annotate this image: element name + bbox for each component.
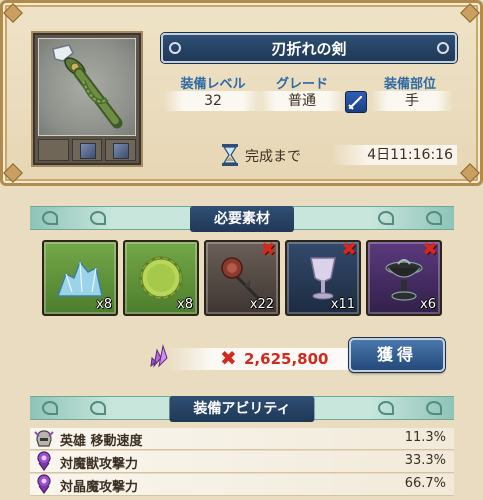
- swirl-ornament: [426, 401, 442, 415]
- swirl-ornament: [90, 211, 106, 225]
- ability-row: 対晶魔攻撃力 66.7%: [30, 474, 454, 496]
- corner-ornament: [460, 163, 480, 183]
- item-name: 刃折れの剣: [271, 39, 347, 58]
- grade-value: 普通: [257, 91, 347, 111]
- sword-slot-icon: [345, 91, 367, 113]
- gem-slot[interactable]: [105, 139, 137, 161]
- cost-mark-icon: ✖: [220, 346, 237, 370]
- material-count: x22: [249, 297, 274, 312]
- acquire-button[interactable]: 獲得: [349, 338, 445, 372]
- materials-header: 必要素材: [30, 206, 454, 232]
- material-slot[interactable]: x8: [123, 240, 199, 316]
- material-slot[interactable]: ✖ x11: [285, 240, 361, 316]
- material-count: x8: [96, 297, 112, 312]
- broken-sword-icon: [38, 38, 136, 136]
- ability-row: 英雄 移動速度 11.3%: [30, 428, 454, 450]
- hourglass-icon: [221, 143, 239, 167]
- gem-slot[interactable]: [71, 139, 103, 161]
- item-detail-panel: 刃折れの剣 装備レベル 32 グレード 普通 装備部位 手 完成まで 4日11:…: [0, 0, 483, 186]
- cost-value: 2,625,800: [244, 350, 329, 368]
- item-name-banner: 刃折れの剣: [161, 33, 457, 63]
- corner-ornament: [3, 3, 23, 23]
- completion-timer: 完成まで 4日11:16:16: [221, 143, 457, 167]
- materials-list: x8 x8 ✖ x22 ✖ x11 ✖ x6: [42, 240, 442, 316]
- slot-label: 装備部位: [383, 77, 436, 92]
- empty-slot: [38, 139, 69, 161]
- hero-helmet-icon: [34, 428, 54, 448]
- purple-crystal-icon: [148, 344, 172, 368]
- purple-rank-icon: [34, 451, 54, 472]
- swirl-ornament: [90, 401, 106, 415]
- material-count: x11: [330, 297, 355, 312]
- level-label: 装備レベル: [180, 77, 246, 92]
- material-count: x6: [420, 297, 436, 312]
- banner-ornament: [169, 42, 181, 54]
- gem-slots: [38, 139, 137, 161]
- swirl-ornament: [426, 211, 442, 225]
- swirl-ornament: [42, 211, 58, 225]
- swirl-ornament: [378, 401, 394, 415]
- materials-title: 必要素材: [190, 206, 294, 232]
- ability-name: 対魔獣攻撃力: [60, 457, 139, 472]
- level-value: 32: [163, 91, 263, 111]
- material-slot[interactable]: x8: [42, 240, 118, 316]
- material-slot[interactable]: ✖ x22: [204, 240, 280, 316]
- corner-ornament: [3, 163, 23, 183]
- ability-value: 66.7%: [404, 476, 446, 491]
- banner-ornament: [437, 42, 449, 54]
- abilities-header: 装備アビリティ: [30, 396, 454, 422]
- ability-value: 33.3%: [404, 453, 446, 468]
- grade-label: グレード: [275, 77, 328, 92]
- complete-label: 完成まで: [245, 149, 301, 165]
- swirl-ornament: [42, 401, 58, 415]
- complete-time: 4日11:16:16: [331, 145, 457, 165]
- ability-name: 対晶魔攻撃力: [60, 480, 139, 495]
- ability-row: 対魔獣攻撃力 33.3%: [30, 451, 454, 473]
- slot-value: 手: [371, 91, 453, 111]
- swirl-ornament: [378, 211, 394, 225]
- material-slot[interactable]: ✖ x6: [366, 240, 442, 316]
- material-count: x8: [177, 297, 193, 312]
- cost-row: ✖ 2,625,800: [148, 340, 354, 370]
- ability-name: 英雄 移動速度: [60, 434, 143, 449]
- abilities-title: 装備アビリティ: [169, 396, 315, 422]
- ability-value: 11.3%: [404, 430, 446, 445]
- corner-ornament: [460, 3, 480, 23]
- item-portrait-frame: [33, 33, 141, 165]
- purple-rank-icon: [34, 474, 54, 495]
